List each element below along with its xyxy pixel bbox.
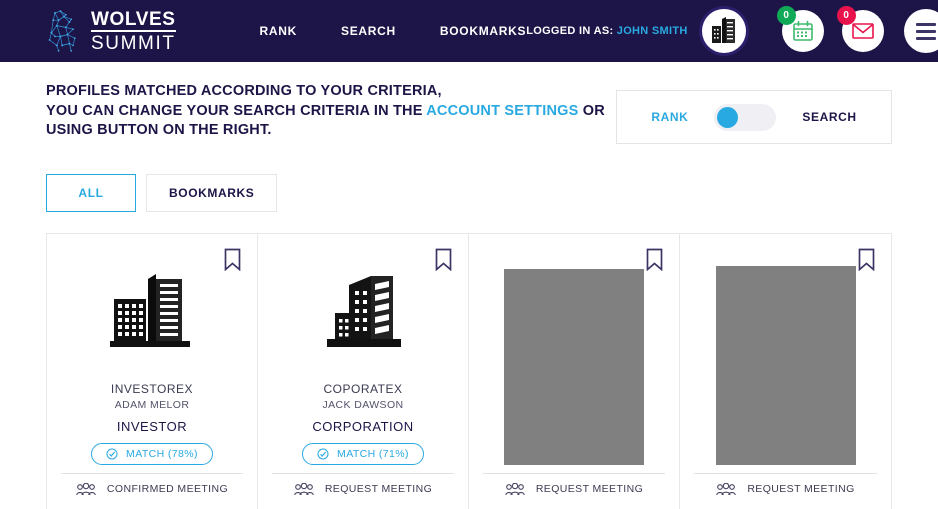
mail-badge-count: 0 <box>836 6 856 25</box>
contact-person-name: JACK DAWSON <box>322 399 404 411</box>
hamburger-menu-icon <box>915 22 936 26</box>
image-placeholder <box>715 266 856 465</box>
people-group-icon <box>294 482 314 495</box>
tab-all[interactable]: ALL <box>46 174 136 212</box>
contact-person-name: ADAM MELOR <box>114 399 190 411</box>
brand-line-2: SUMMIT <box>91 33 176 54</box>
hamburger-menu-button[interactable] <box>903 9 938 53</box>
match-badge[interactable]: MATCH (78%) <box>91 443 213 465</box>
meeting-action-button[interactable]: REQUEST MEETING <box>483 474 665 504</box>
meeting-action-button[interactable]: REQUEST MEETING <box>272 474 454 504</box>
logged-in-username[interactable]: JOHN SMITH <box>617 25 688 37</box>
company-logo-area <box>483 234 665 465</box>
office-towers-icon <box>110 274 190 347</box>
card-footer: REQUEST MEETING <box>272 473 454 509</box>
calendar-notification-button[interactable]: 0 <box>776 6 824 52</box>
profile-role: CORPORATION <box>312 419 414 434</box>
bookmark-icon[interactable] <box>646 248 663 272</box>
profile-card[interactable]: COPORATEX JACK DAWSON CORPORATION MATCH … <box>258 234 469 509</box>
people-group-icon <box>716 482 737 495</box>
bookmark-icon[interactable] <box>435 248 452 272</box>
meeting-action-label: REQUEST MEETING <box>747 483 855 495</box>
company-name: INVESTOREX <box>110 382 194 396</box>
card-footer: REQUEST MEETING <box>694 473 877 509</box>
page-title-line-1: PROFILES MATCHED ACCORDING TO YOUR CRITE… <box>46 83 442 99</box>
calendar-icon <box>792 20 813 41</box>
check-circle-icon <box>317 448 329 460</box>
header-row: PROFILES MATCHED ACCORDING TO YOUR CRITE… <box>46 62 892 144</box>
meeting-action-label: REQUEST MEETING <box>535 483 644 495</box>
card-footer: CONFIRMED MEETING <box>61 473 243 509</box>
search-label[interactable]: SEARCH <box>802 110 856 124</box>
meeting-action-label: CONFIRMED MEETING <box>106 483 229 495</box>
meeting-action-label: REQUEST MEETING <box>324 483 433 495</box>
hamburger-menu-icon <box>915 29 936 33</box>
logged-in-label: LOGGED IN AS: JOHN SMITH <box>526 25 687 37</box>
bookmark-icon[interactable] <box>224 248 241 272</box>
brand-line-1: WOLVES <box>91 9 176 32</box>
logged-in-prefix: LOGGED IN AS: <box>526 25 614 37</box>
people-group-icon <box>76 482 96 495</box>
envelope-icon <box>851 23 874 39</box>
calendar-badge-count: 0 <box>776 6 796 25</box>
brand-text: WOLVES SUMMIT <box>91 9 176 53</box>
profile-card-grid: INVESTOREX ADAM MELOR INVESTOR MATCH (78… <box>46 233 892 509</box>
wolf-logo-icon <box>48 10 76 52</box>
rank-search-toggle[interactable] <box>714 103 777 131</box>
card-footer: REQUEST MEETING <box>483 473 665 509</box>
rank-label[interactable]: RANK <box>651 110 688 124</box>
check-circle-icon <box>106 448 118 460</box>
company-logo-area <box>694 234 877 465</box>
rank-search-toggle-box: RANK SEARCH <box>616 90 892 144</box>
profile-card[interactable]: REQUEST MEETING <box>680 234 891 509</box>
profile-role: INVESTOR <box>116 419 188 434</box>
nav-link-rank[interactable]: RANK <box>260 24 297 38</box>
navbar-right-group: LOGGED IN AS: JOHN SMITH 0 0 <box>526 6 938 53</box>
main-content: PROFILES MATCHED ACCORDING TO YOUR CRITE… <box>0 62 938 509</box>
nav-link-bookmarks[interactable]: BOOKMARKS <box>440 24 526 38</box>
company-building-avatar-icon <box>711 17 735 43</box>
page-title: PROFILES MATCHED ACCORDING TO YOUR CRITE… <box>46 82 606 141</box>
people-group-icon <box>505 482 525 495</box>
top-navbar: WOLVES SUMMIT RANK SEARCH BOOKMARKS LOGG… <box>0 0 938 62</box>
profile-card[interactable]: REQUEST MEETING <box>469 234 680 509</box>
nav-links: RANK SEARCH BOOKMARKS <box>260 24 527 38</box>
brand-logo[interactable]: WOLVES SUMMIT <box>46 9 176 53</box>
hamburger-menu-icon <box>915 36 936 40</box>
profile-card[interactable]: INVESTOREX ADAM MELOR INVESTOR MATCH (78… <box>47 234 258 509</box>
match-label: MATCH (78%) <box>126 448 198 460</box>
meeting-action-button[interactable]: CONFIRMED MEETING <box>61 474 243 504</box>
office-building-icon <box>327 276 401 347</box>
match-label: MATCH (71%) <box>337 448 409 460</box>
account-settings-link[interactable]: ACCOUNT SETTINGS <box>426 103 578 119</box>
bookmark-icon[interactable] <box>858 248 875 272</box>
company-logo-area <box>61 234 243 382</box>
toggle-knob <box>717 106 739 128</box>
meeting-action-button[interactable]: REQUEST MEETING <box>694 474 877 504</box>
company-name: COPORATEX <box>323 382 403 396</box>
company-logo-area <box>272 234 454 382</box>
page-title-line-2a: YOU CAN CHANGE YOUR SEARCH CRITERIA IN T… <box>46 102 427 119</box>
filter-tabs: ALL BOOKMARKS <box>46 174 892 212</box>
avatar[interactable] <box>701 9 746 53</box>
match-badge[interactable]: MATCH (71%) <box>302 443 424 465</box>
nav-link-search[interactable]: SEARCH <box>341 24 396 38</box>
mail-notification-button[interactable]: 0 <box>836 6 884 52</box>
tab-bookmarks[interactable]: BOOKMARKS <box>146 174 278 212</box>
image-placeholder <box>504 269 644 465</box>
